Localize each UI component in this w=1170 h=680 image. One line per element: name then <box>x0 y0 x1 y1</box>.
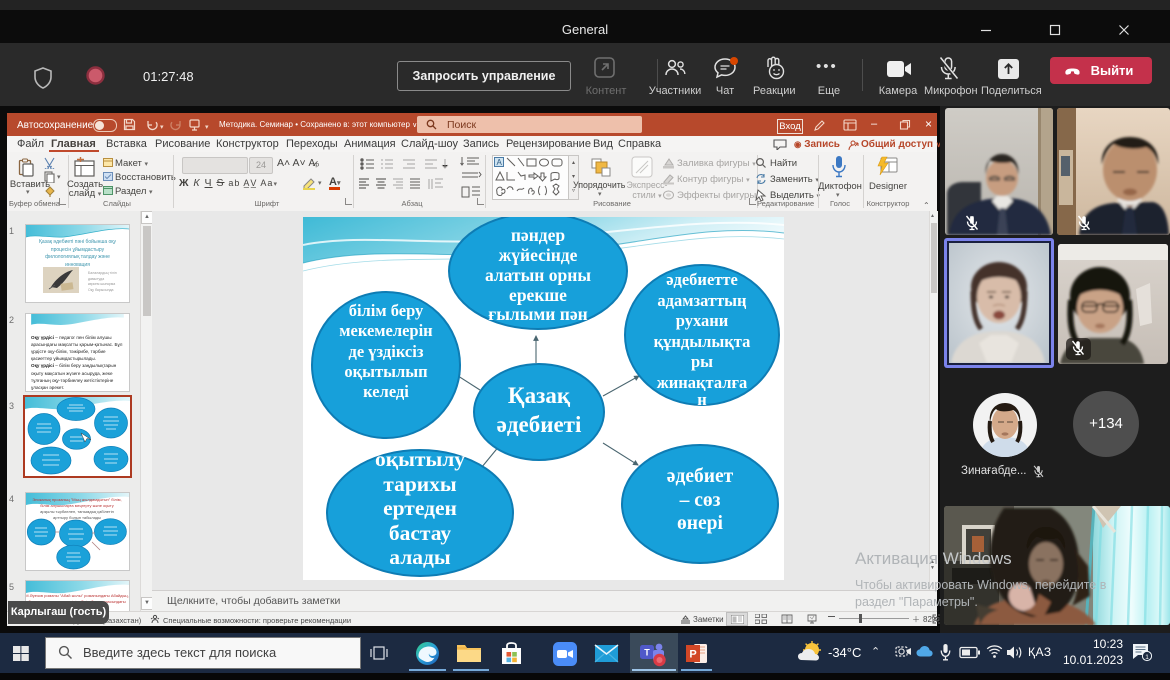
svg-text:де үздіксіз: де үздіксіз <box>349 342 424 361</box>
svg-text:алатын орны: алатын орны <box>485 265 591 285</box>
svg-text:тарихы: тарихы <box>383 472 457 496</box>
svg-text:білім алушыларға меңгерту және: білім алушыларға меңгерту және оқыту <box>40 503 114 508</box>
svg-text:өнері: өнері <box>677 513 723 534</box>
svg-text:н: н <box>697 390 707 409</box>
svg-text:М.Әуезов романы "Абай жолы" ро: М.Әуезов романы "Абай жолы" романындағы … <box>26 593 129 598</box>
svg-text:әдебиетте: әдебиетте <box>666 270 738 289</box>
svg-text:мекемелерін: мекемелерін <box>339 321 433 340</box>
svg-text:T: T <box>644 648 650 658</box>
svg-text:арттыру болып табылады: арттыру болып табылады <box>53 515 101 520</box>
svg-text:арқылы тәрбиелеп, танымдық қаб: арқылы тәрбиелеп, танымдық қабілетін <box>40 509 114 514</box>
svg-text:оқытылу: оқытылу <box>375 447 465 471</box>
svg-text:әдебиет: әдебиет <box>667 466 734 487</box>
svg-text:адамзаттың: адамзаттың <box>657 291 747 310</box>
svg-text:Қазақ: Қазақ <box>508 383 571 408</box>
svg-text:1: 1 <box>1145 654 1149 661</box>
svg-text:әдебиеті: әдебиеті <box>497 412 582 437</box>
svg-text:жүйесінде: жүйесінде <box>499 245 578 265</box>
svg-text:ғылыми пән: ғылыми пән <box>488 304 587 324</box>
svg-text:– сөз: – сөз <box>679 490 721 511</box>
svg-text:Эпикалық прозаның "Мың жылдамд: Эпикалық прозаның "Мың жылдамдығын" білі… <box>32 497 121 502</box>
svg-text:келеді: келеді <box>363 382 409 401</box>
svg-text:ры: ры <box>691 352 713 371</box>
svg-text:ертеден: ертеден <box>383 496 457 520</box>
svg-text:ерекше: ерекше <box>509 285 567 305</box>
svg-text:оқытылып: оқытылып <box>344 362 428 381</box>
svg-text:рухани: рухани <box>676 311 729 330</box>
svg-text:бастау: бастау <box>389 521 452 545</box>
svg-text:құндылықта: құндылықта <box>654 332 751 351</box>
svg-text:алады: алады <box>389 545 451 569</box>
svg-text:P: P <box>689 649 696 661</box>
svg-text:білім беру: білім беру <box>349 301 424 320</box>
svg-text:A: A <box>497 158 503 167</box>
svg-text:пәндер: пәндер <box>511 225 566 245</box>
